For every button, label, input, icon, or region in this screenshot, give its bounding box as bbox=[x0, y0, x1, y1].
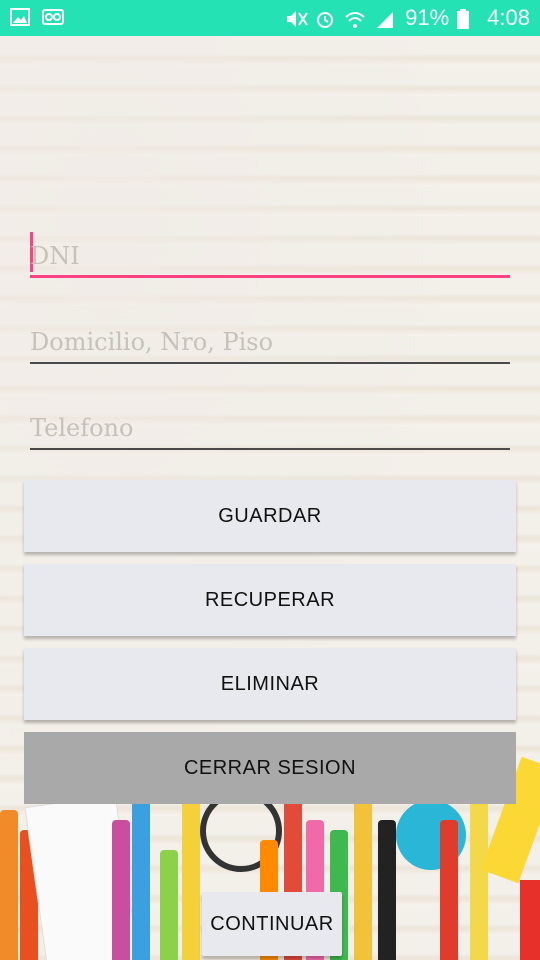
telefono-placeholder: Telefono bbox=[30, 414, 134, 442]
guardar-button[interactable]: GUARDAR bbox=[24, 480, 516, 552]
signal-icon bbox=[375, 9, 397, 28]
dni-placeholder: DNI bbox=[30, 242, 80, 270]
telefono-field[interactable]: Telefono bbox=[30, 398, 510, 450]
cerrar-sesion-button[interactable]: CERRAR SESION bbox=[24, 732, 516, 804]
clock: 4:08 bbox=[487, 5, 530, 30]
telefono-underline bbox=[30, 448, 510, 450]
voicemail-icon bbox=[42, 8, 64, 26]
alarm-icon bbox=[315, 9, 337, 28]
continuar-label: CONTINUAR bbox=[210, 912, 334, 935]
status-bar: 91% 4:08 bbox=[0, 0, 540, 36]
continuar-button[interactable]: CONTINUAR bbox=[202, 892, 342, 956]
domicilio-field[interactable]: Domicilio, Nro, Piso bbox=[30, 312, 510, 364]
recuperar-button[interactable]: RECUPERAR bbox=[24, 564, 516, 636]
dni-field[interactable]: DNI bbox=[30, 226, 510, 278]
dni-underline bbox=[30, 275, 510, 278]
battery-icon bbox=[457, 9, 479, 29]
cerrar-sesion-label: CERRAR SESION bbox=[183, 756, 357, 779]
recuperar-label: RECUPERAR bbox=[204, 588, 336, 611]
domicilio-underline bbox=[30, 362, 510, 364]
wifi-icon bbox=[345, 9, 367, 28]
domicilio-placeholder: Domicilio, Nro, Piso bbox=[30, 328, 274, 356]
mute-icon bbox=[285, 9, 308, 27]
guardar-label: GUARDAR bbox=[218, 504, 322, 527]
battery-percent: 91% bbox=[405, 5, 450, 30]
image-icon bbox=[10, 8, 32, 26]
eliminar-button[interactable]: ELIMINAR bbox=[24, 648, 516, 720]
eliminar-label: ELIMINAR bbox=[220, 672, 320, 695]
